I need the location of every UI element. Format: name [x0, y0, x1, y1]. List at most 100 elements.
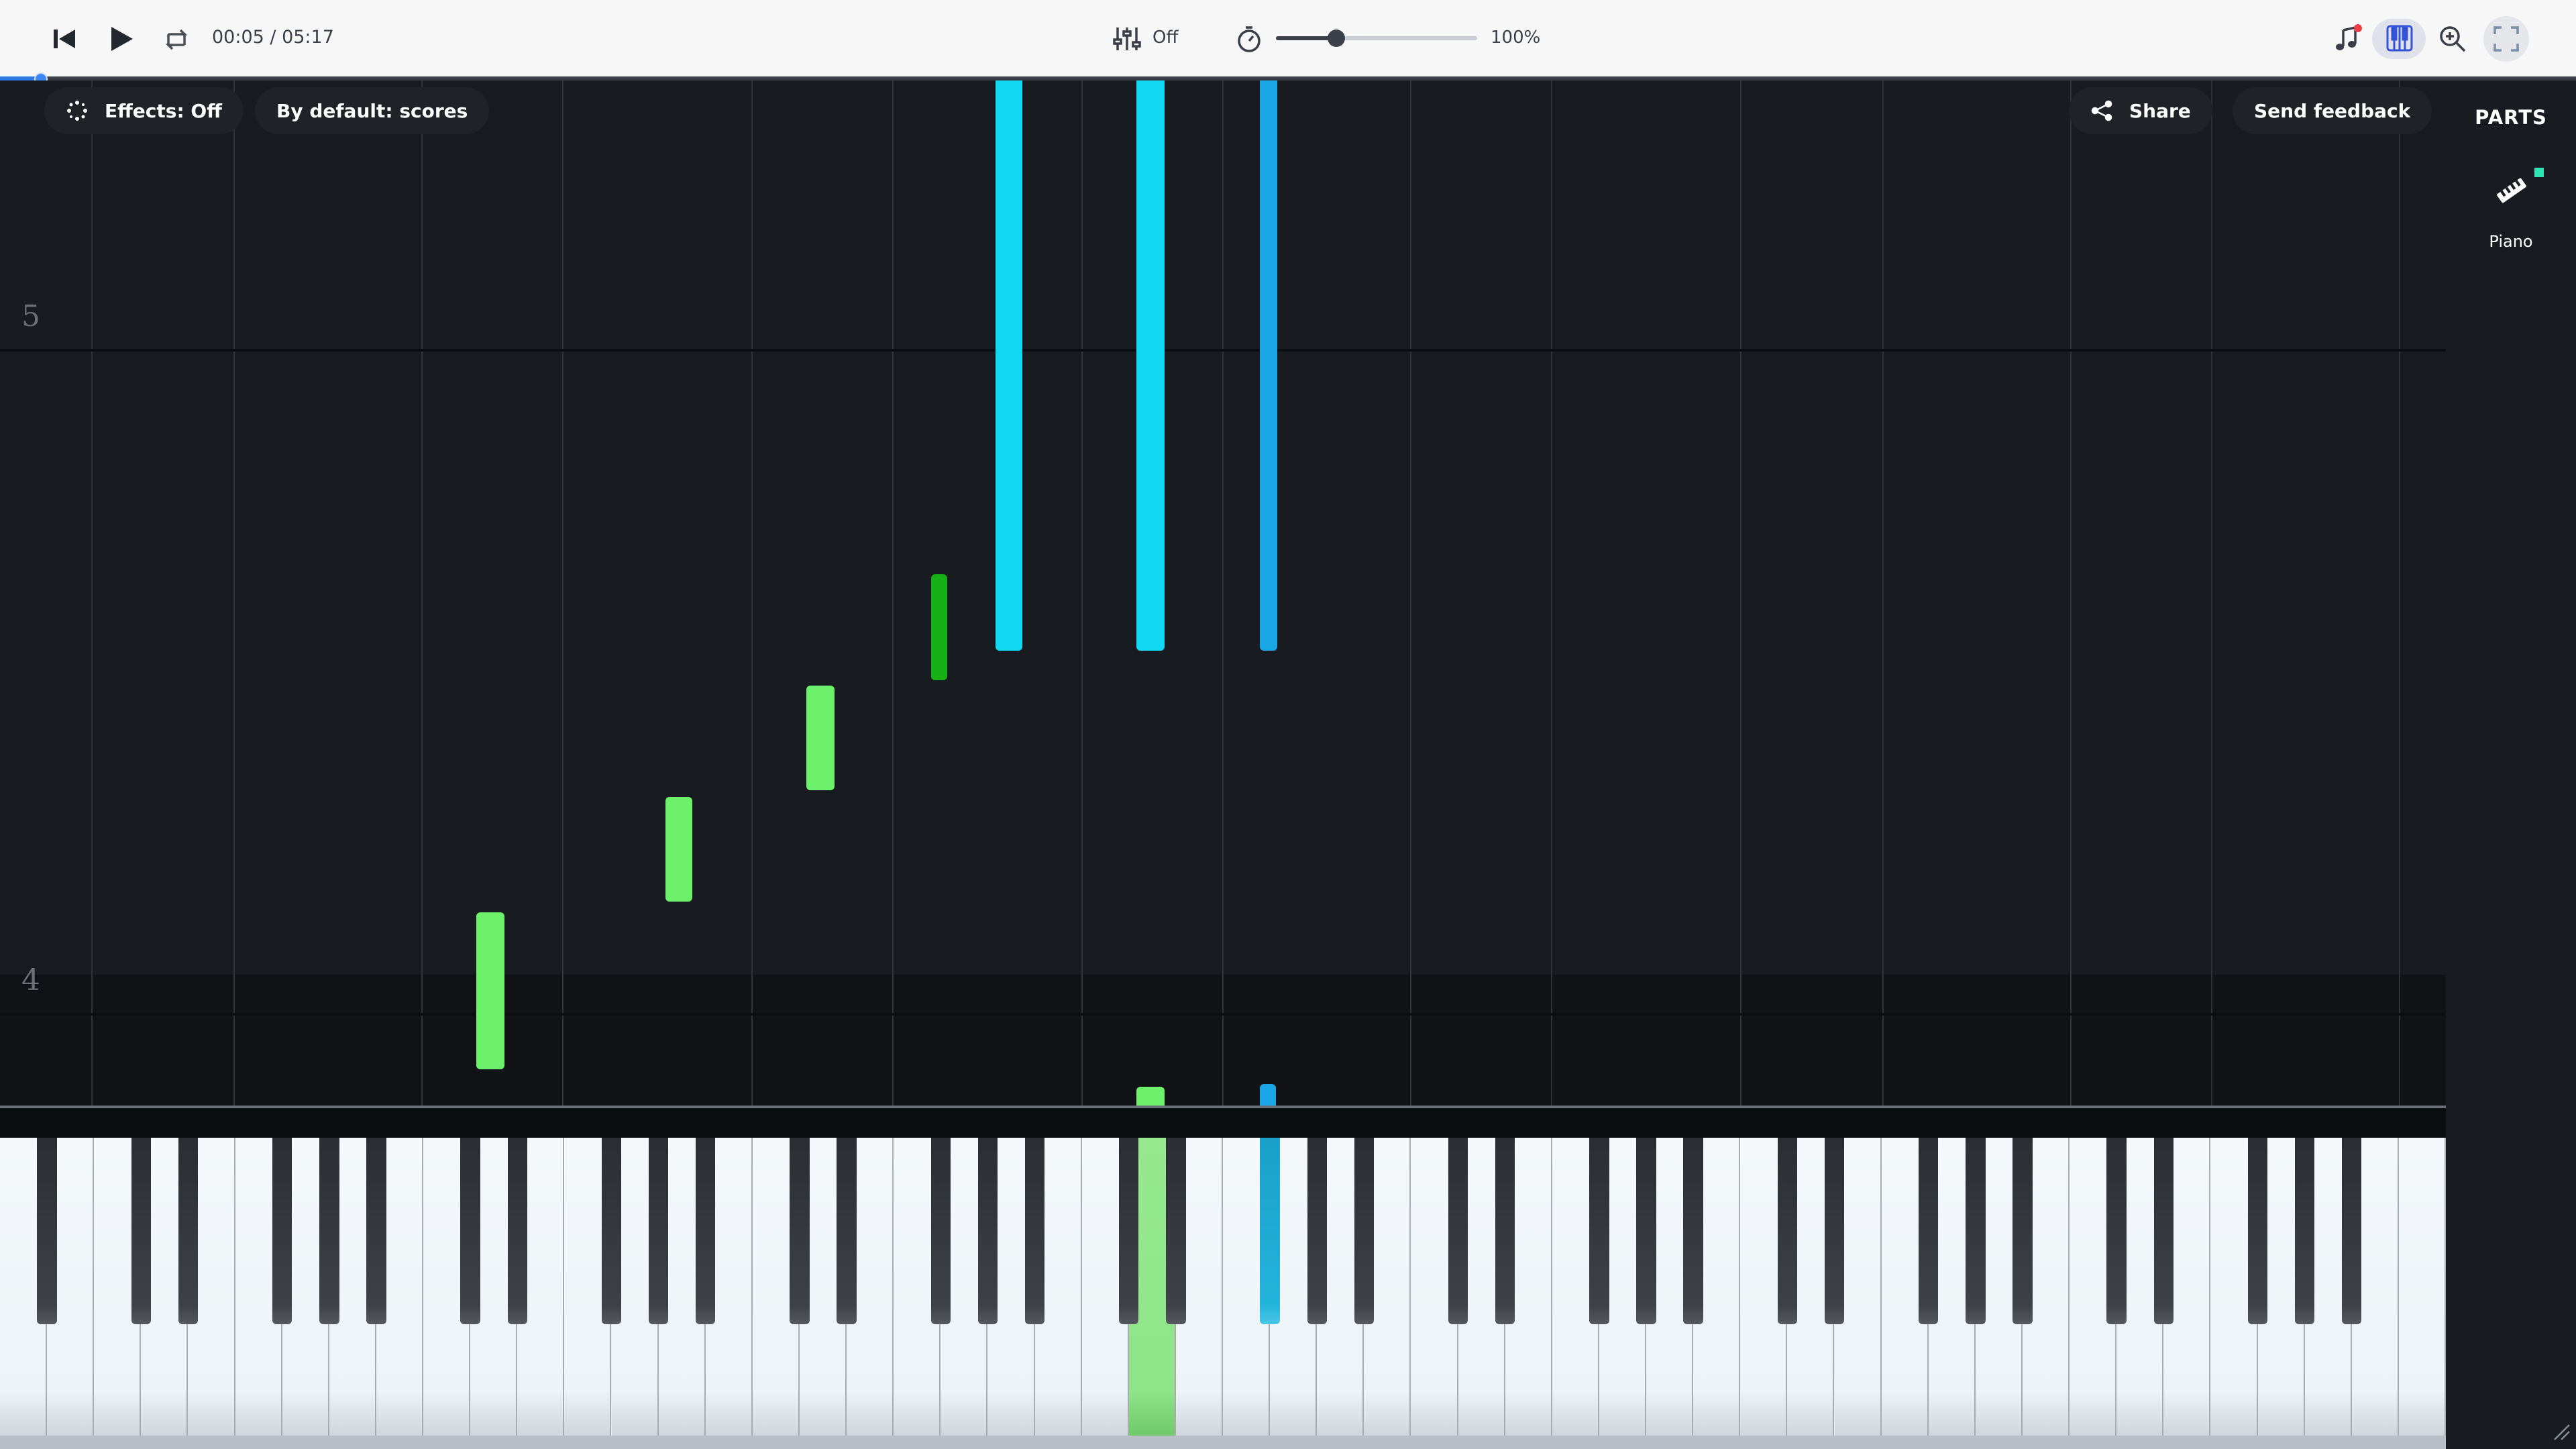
- black-key[interactable]: [319, 1138, 339, 1324]
- black-key[interactable]: [1260, 1138, 1280, 1324]
- time-display: 00:05 / 05:17: [212, 27, 334, 48]
- mixer-status: Off: [1152, 28, 1179, 48]
- grid-line: [1222, 80, 1224, 1107]
- grid-line: [2211, 80, 2212, 1107]
- grid-line: [1081, 80, 1083, 1107]
- black-key[interactable]: [1448, 1138, 1468, 1324]
- skip-back-icon[interactable]: [50, 24, 79, 54]
- black-key[interactable]: [930, 1138, 951, 1324]
- black-key[interactable]: [1966, 1138, 1986, 1324]
- black-key[interactable]: [178, 1138, 199, 1324]
- grid-line: [233, 80, 235, 1107]
- parts-title: PARTS: [2475, 106, 2547, 129]
- black-key[interactable]: [2153, 1138, 2174, 1324]
- black-key[interactable]: [1307, 1138, 1327, 1324]
- black-key[interactable]: [977, 1138, 998, 1324]
- top-toolbar: 00:05 / 05:17 Off 100%: [0, 0, 2576, 78]
- piano-keyboard[interactable]: [0, 1138, 2446, 1449]
- note-cyan: [996, 80, 1022, 651]
- keyboard-base: [0, 1436, 2446, 1449]
- grid-line: [2070, 80, 2072, 1107]
- grid-line: [562, 80, 564, 1107]
- black-key[interactable]: [2342, 1138, 2362, 1324]
- black-key[interactable]: [37, 1138, 57, 1324]
- octave-divider: [0, 349, 2446, 352]
- black-key[interactable]: [1683, 1138, 1703, 1324]
- black-key[interactable]: [837, 1138, 857, 1324]
- black-key[interactable]: [1636, 1138, 1656, 1324]
- black-key[interactable]: [1166, 1138, 1186, 1324]
- black-key[interactable]: [460, 1138, 480, 1324]
- piano-roll-canvas: 5 4: [0, 80, 2446, 1107]
- note-green: [665, 797, 692, 902]
- black-key[interactable]: [2247, 1138, 2268, 1324]
- grid-line: [1882, 80, 1884, 1107]
- black-key[interactable]: [1777, 1138, 1798, 1324]
- note-green: [806, 686, 835, 790]
- piano-icon[interactable]: [2494, 173, 2529, 211]
- black-key[interactable]: [1824, 1138, 1845, 1324]
- piano-roll-icon[interactable]: [2384, 23, 2415, 54]
- octave-label-5: 5: [21, 299, 40, 333]
- black-key[interactable]: [2294, 1138, 2315, 1324]
- default-view-button[interactable]: By default: scores: [255, 87, 490, 134]
- note-cyan: [1136, 80, 1165, 651]
- black-key[interactable]: [790, 1138, 810, 1324]
- share-label: Share: [2129, 99, 2191, 122]
- black-key[interactable]: [1354, 1138, 1375, 1324]
- grid-line: [751, 80, 753, 1107]
- note-blue: [1260, 80, 1277, 651]
- default-view-label: By default: scores: [276, 99, 468, 122]
- black-key[interactable]: [2106, 1138, 2127, 1324]
- grid-line: [1551, 80, 1552, 1107]
- fullscreen-icon[interactable]: [2490, 23, 2522, 55]
- send-feedback-label: Send feedback: [2254, 99, 2411, 122]
- black-key[interactable]: [507, 1138, 527, 1324]
- black-key[interactable]: [1495, 1138, 1515, 1324]
- black-key[interactable]: [366, 1138, 386, 1324]
- share-button[interactable]: Share: [2069, 87, 2212, 134]
- note-blue-hitting: [1260, 1084, 1276, 1107]
- grid-line: [421, 80, 423, 1107]
- black-key[interactable]: [2012, 1138, 2033, 1324]
- keyboard-top-gap: [0, 1108, 2446, 1138]
- loop-icon[interactable]: [161, 24, 192, 55]
- effects-toggle-button[interactable]: Effects: Off: [44, 87, 244, 134]
- share-icon: [2090, 99, 2113, 122]
- sparkle-icon: [66, 99, 89, 122]
- effects-label: Effects: Off: [105, 99, 222, 122]
- grid-line: [1410, 80, 1411, 1107]
- black-key[interactable]: [272, 1138, 292, 1324]
- note-green-hitting: [1136, 1087, 1165, 1107]
- volume-percent: 100%: [1491, 28, 1541, 48]
- octave-label-4: 4: [21, 963, 40, 998]
- play-icon[interactable]: [105, 23, 137, 55]
- black-key[interactable]: [601, 1138, 622, 1324]
- octave-divider: [0, 1013, 2446, 1016]
- part-label-piano[interactable]: Piano: [2446, 232, 2576, 251]
- black-key[interactable]: [1024, 1138, 1045, 1324]
- grid-line: [91, 80, 93, 1107]
- part-active-marker: [2534, 168, 2544, 177]
- send-feedback-button[interactable]: Send feedback: [2233, 87, 2432, 134]
- black-key[interactable]: [696, 1138, 716, 1324]
- parts-panel: PARTS Piano: [2446, 80, 2576, 1449]
- mixer-sliders-icon[interactable]: [1111, 23, 1143, 55]
- note-dark-green: [931, 574, 947, 680]
- grid-line: [892, 80, 894, 1107]
- grid-line: [2399, 80, 2400, 1107]
- volume-slider-handle[interactable]: [1328, 30, 1345, 47]
- black-key[interactable]: [131, 1138, 152, 1324]
- zoom-in-icon[interactable]: [2436, 23, 2469, 55]
- grid-line: [1740, 80, 1741, 1107]
- white-key[interactable]: [2398, 1138, 2446, 1436]
- note-green: [476, 912, 504, 1069]
- volume-slider[interactable]: [1276, 30, 1477, 47]
- stopwatch-icon[interactable]: [1233, 23, 1265, 55]
- black-key[interactable]: [1589, 1138, 1609, 1324]
- black-key[interactable]: [1919, 1138, 1939, 1324]
- music-note-icon[interactable]: [2330, 21, 2365, 56]
- black-key[interactable]: [1119, 1138, 1139, 1324]
- black-key[interactable]: [648, 1138, 669, 1324]
- resize-grip-icon[interactable]: [2552, 1422, 2571, 1444]
